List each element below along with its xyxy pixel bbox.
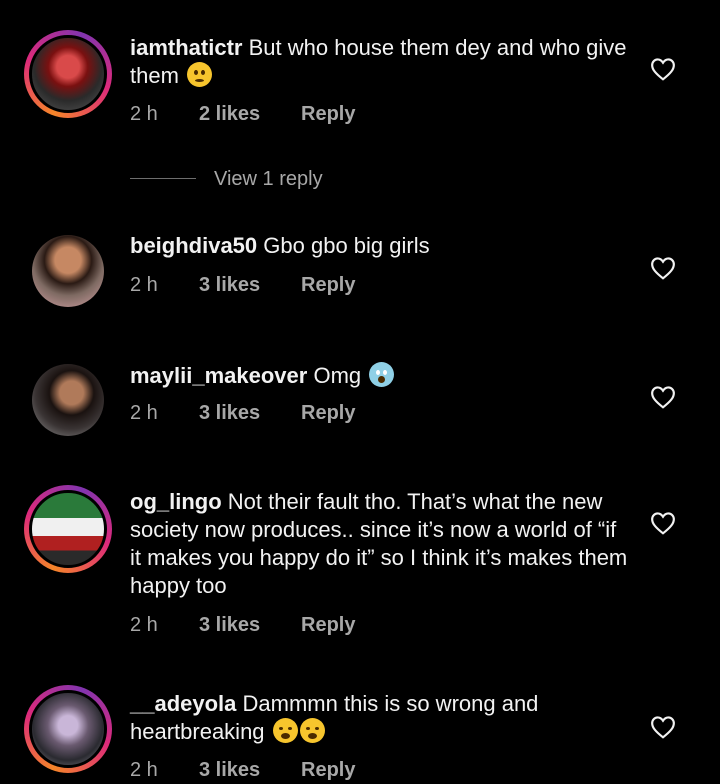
- reply-button[interactable]: Reply: [301, 100, 355, 128]
- avatar-story-ring[interactable]: [24, 485, 112, 573]
- comment-item: maylii_makeover Omg 2 h 3 likes Reply: [0, 350, 720, 460]
- comment-text: maylii_makeover Omg: [130, 362, 630, 390]
- comment-text: beighdiva50 Gbo gbo big girls: [130, 232, 630, 260]
- comment-time: 2 h: [130, 759, 158, 781]
- comment-likes[interactable]: 3 likes: [199, 611, 260, 639]
- screaming-face-emoji-icon: [369, 362, 395, 387]
- reply-button[interactable]: Reply: [301, 756, 355, 784]
- heart-outline-icon: [651, 58, 675, 81]
- reply-button[interactable]: Reply: [301, 399, 355, 427]
- comment-item: beighdiva50 Gbo gbo big girls 2 h 3 like…: [0, 220, 720, 330]
- comment-likes[interactable]: 3 likes: [199, 399, 260, 427]
- comment-item: __adeyola Dammmn this is so wrong and he…: [0, 680, 720, 781]
- reply-button[interactable]: Reply: [301, 611, 355, 639]
- comment-text: iamthatictr But who house them dey and w…: [130, 34, 630, 90]
- view-replies-line: [130, 178, 196, 179]
- like-button[interactable]: [650, 57, 676, 81]
- like-button[interactable]: [650, 385, 676, 409]
- heart-outline-icon: [651, 386, 675, 409]
- comment-username[interactable]: __adeyola: [130, 691, 236, 716]
- comment-text: og_lingo Not their fault tho. That’s wha…: [130, 488, 630, 600]
- like-button[interactable]: [650, 256, 676, 280]
- comment-username[interactable]: iamthatictr: [130, 35, 242, 60]
- comment-body: Gbo gbo big girls: [263, 233, 430, 258]
- thinking-face-emoji-icon: [187, 62, 213, 87]
- avatar-story-ring[interactable]: [24, 30, 112, 118]
- comment-time: 2 h: [130, 103, 158, 125]
- comment-time: 2 h: [130, 402, 158, 424]
- comment-item: og_lingo Not their fault tho. That’s wha…: [0, 480, 720, 660]
- comment-item: iamthatictr But who house them dey and w…: [0, 0, 720, 200]
- avatar: [32, 364, 104, 436]
- comment-username[interactable]: og_lingo: [130, 489, 222, 514]
- weary-face-emoji-icon: [272, 718, 298, 743]
- avatar: [29, 690, 107, 768]
- avatar-wrap[interactable]: [32, 364, 104, 436]
- avatar: [32, 235, 104, 307]
- heart-outline-icon: [651, 257, 675, 280]
- avatar-wrap[interactable]: [32, 235, 104, 307]
- comment-likes[interactable]: 3 likes: [199, 756, 260, 784]
- comment-time: 2 h: [130, 614, 158, 636]
- weary-face-emoji-icon: [299, 718, 325, 743]
- comment-likes[interactable]: 2 likes: [199, 100, 260, 128]
- comment-username[interactable]: maylii_makeover: [130, 363, 307, 388]
- avatar: [29, 35, 107, 113]
- avatar-story-ring[interactable]: [24, 685, 112, 773]
- heart-outline-icon: [651, 716, 675, 739]
- reply-button[interactable]: Reply: [301, 271, 355, 299]
- comment-text: __adeyola Dammmn this is so wrong and he…: [130, 690, 630, 746]
- comment-likes[interactable]: 3 likes: [199, 271, 260, 299]
- comment-username[interactable]: beighdiva50: [130, 233, 257, 258]
- avatar: [29, 490, 107, 568]
- like-button[interactable]: [650, 715, 676, 739]
- comment-body: Omg: [313, 363, 362, 388]
- like-button[interactable]: [650, 511, 676, 535]
- view-replies-label: View 1 reply: [214, 168, 323, 190]
- comment-time: 2 h: [130, 274, 158, 296]
- heart-outline-icon: [651, 512, 675, 535]
